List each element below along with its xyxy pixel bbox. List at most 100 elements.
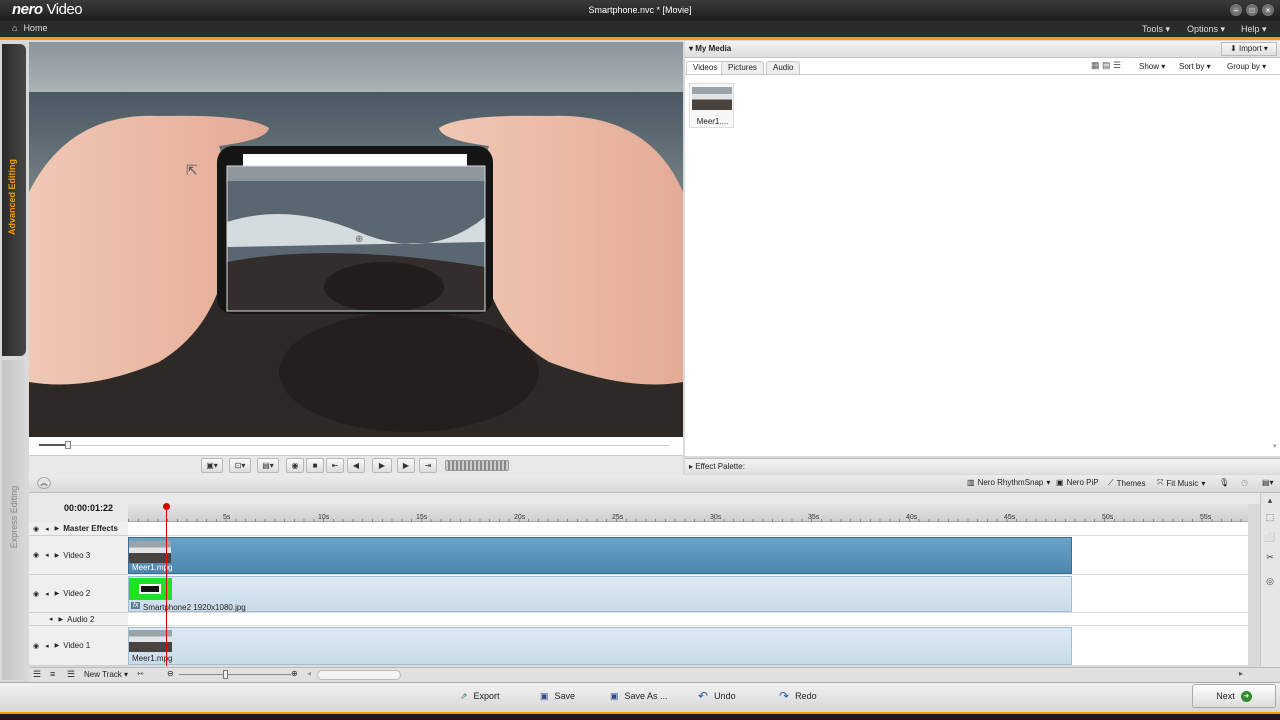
media-library[interactable]: ▦ ▤ ☰ Show ▾ Sort by ▾ Group by ▾ Meer1.… [685,58,1280,456]
play-icon[interactable]: ▶ [372,458,392,473]
close-button[interactable]: × [1262,4,1274,16]
media-thumbnail [692,87,732,110]
next-frame-icon[interactable]: ▶ [397,458,415,473]
media-item[interactable]: Meer1.... [689,83,734,128]
speaker-icon[interactable]: ◂ [45,590,49,598]
expand-icon[interactable]: ▶ [55,525,60,532]
list-view-icon[interactable]: ≡ [50,669,55,679]
track-header-video2[interactable]: ◉ ◂ ▶ Video 2 [29,575,128,613]
speaker-icon[interactable]: ◂ [45,551,49,559]
show-dropdown[interactable]: Show ▾ [1139,62,1165,71]
speaker-icon[interactable]: ◂ [49,615,53,623]
redo-button[interactable]: ↷ Redo [779,686,817,706]
playhead-handle[interactable] [163,503,170,510]
bottom-accent [0,712,1280,720]
home-link[interactable]: ⌂ Home [12,23,47,33]
maximize-button[interactable]: □ [1246,4,1258,16]
scrub-handle[interactable] [65,441,71,449]
menu-help[interactable]: Help ▾ [1241,24,1267,35]
track-header-video1[interactable]: ◉ ◂ ▶ Video 1 [29,626,128,666]
cut-icon[interactable]: ✂ [1263,552,1277,566]
zoom-in-icon[interactable]: ⊕ [291,669,298,678]
track-master-effects[interactable] [128,522,1248,536]
clip-smartphone-video2[interactable]: fx Smartphone2 1920x1080.jpg [128,576,1072,612]
track-view-icon[interactable]: ☰ [33,669,41,680]
track-header-master[interactable]: ◉ ◂ ▶ Master Effects [29,522,128,536]
collapse-icon[interactable]: ︽ [37,477,51,489]
save-as-button[interactable]: ▣ Save As ... [610,686,668,706]
minimize-button[interactable]: – [1230,4,1242,16]
effect-palette-header[interactable]: ▸ Effect Palette: [685,458,1280,474]
tab-pictures[interactable]: Pictures [721,61,764,74]
expand-icon[interactable]: ▶ [55,552,60,559]
expand-icon[interactable]: ▶ [55,642,60,649]
tab-videos[interactable]: Videos [686,61,725,74]
clip-meer1-video1[interactable]: Meer1.mpg [128,627,1072,665]
scroll-down-icon[interactable]: ▾ [1273,442,1277,450]
fx-badge[interactable]: fx [131,602,141,609]
scroll-up-icon[interactable]: ▴ [1263,495,1277,509]
zoom-out-icon[interactable]: ⊖ [167,669,174,678]
group-by-dropdown[interactable]: Group by ▾ [1227,62,1266,71]
video-preview[interactable]: ⊕ ⇱ [29,42,683,437]
compact-view-icon[interactable]: ☰ [67,669,75,680]
menu-options[interactable]: Options ▾ [1187,24,1225,35]
save-as-icon: ▣ [610,690,619,701]
zoom-button[interactable]: ⊡▾ [229,458,251,473]
timecode[interactable]: 00:00:01:22 [64,503,113,513]
next-button[interactable]: Next ➜ [1192,684,1276,708]
my-media-title[interactable]: ▾ My Media [689,44,731,53]
ruler-spacer [29,493,1260,504]
aspect-button[interactable]: ▤▾ [257,458,279,473]
rhythmsnap-button[interactable]: ▥ Nero RhythmSnap ▾ [967,478,1050,487]
horizontal-scrollbar[interactable] [317,670,401,680]
stop-icon[interactable]: ■ [306,458,324,473]
select-tool-icon[interactable]: ⬚ [1263,512,1277,526]
speaker-icon[interactable]: ◂ [45,525,49,533]
go-to-end-icon[interactable]: ⇥ [419,458,437,473]
import-button[interactable]: ⬇ Import ▾ [1221,42,1277,56]
preview-scrub-bar[interactable] [29,437,683,455]
view-mode-icons[interactable]: ▦ ▤ ☰ [1091,60,1121,71]
zoom-slider[interactable] [179,674,291,675]
track-header-audio2[interactable]: ◂ ▶ Audio 2 [29,613,128,626]
pip-button[interactable]: ▣ Nero PiP [1056,478,1099,487]
menu-tools[interactable]: Tools ▾ [1142,24,1170,35]
tab-advanced-editing-label: Advanced Editing [7,159,17,236]
tab-audio[interactable]: Audio [766,61,801,74]
eye-icon[interactable]: ◉ [33,551,39,559]
export-button[interactable]: ⇗ Export [460,686,500,706]
clock-icon[interactable]: ◷ [1241,478,1248,487]
record-icon[interactable]: ◎ [1263,576,1277,590]
eye-icon[interactable]: ◉ [33,525,39,533]
eye-icon[interactable]: ◉ [33,642,39,650]
timeline-menu-icon[interactable]: ▤▾ [1262,478,1274,487]
speaker-icon[interactable]: ◂ [45,642,49,650]
track-label: Video 3 [63,550,91,560]
clip-meer1-video3[interactable]: Meer1.mpg [128,537,1072,574]
display-mode-button[interactable]: ▣▾ [201,458,223,473]
fit-timeline-icon[interactable]: ⇿ [137,669,144,678]
shuttle-jog-control[interactable] [445,460,509,471]
playhead-line[interactable] [166,504,167,666]
new-track-button[interactable]: New Track ▾ [84,670,128,679]
themes-button[interactable]: ⟋ Themes [1108,478,1146,488]
go-to-start-icon[interactable]: ⇤ [326,458,344,473]
scroll-left-icon[interactable]: ◂ [307,669,311,678]
track-header-video3[interactable]: ◉ ◂ ▶ Video 3 [29,536,128,575]
track-audio2[interactable] [128,613,1248,626]
zoom-slider-handle[interactable] [223,670,228,679]
expand-icon[interactable]: ▶ [55,590,60,597]
eye-icon[interactable]: ◉ [33,590,39,598]
scroll-right-icon[interactable]: ▸ [1239,669,1243,678]
previous-frame-icon[interactable]: ◀ [347,458,365,473]
undo-button[interactable]: ↶ Undo [698,686,736,706]
fit-music-button[interactable]: ⤧ Fit Music ▾ [1157,478,1205,488]
save-button[interactable]: ▣ Save [540,686,575,706]
microphone-icon[interactable]: 🎙 [1219,478,1229,487]
snapshot-icon[interactable]: ◉ [286,458,304,473]
timeline-ruler[interactable]: 5s 10s 15s 20s 25s 30s 35s 40s 45s 50s 5… [128,504,1248,522]
region-tool-icon[interactable]: ⬜ [1263,532,1277,546]
expand-icon[interactable]: ▶ [59,616,64,623]
sort-by-dropdown[interactable]: Sort by ▾ [1179,62,1211,71]
